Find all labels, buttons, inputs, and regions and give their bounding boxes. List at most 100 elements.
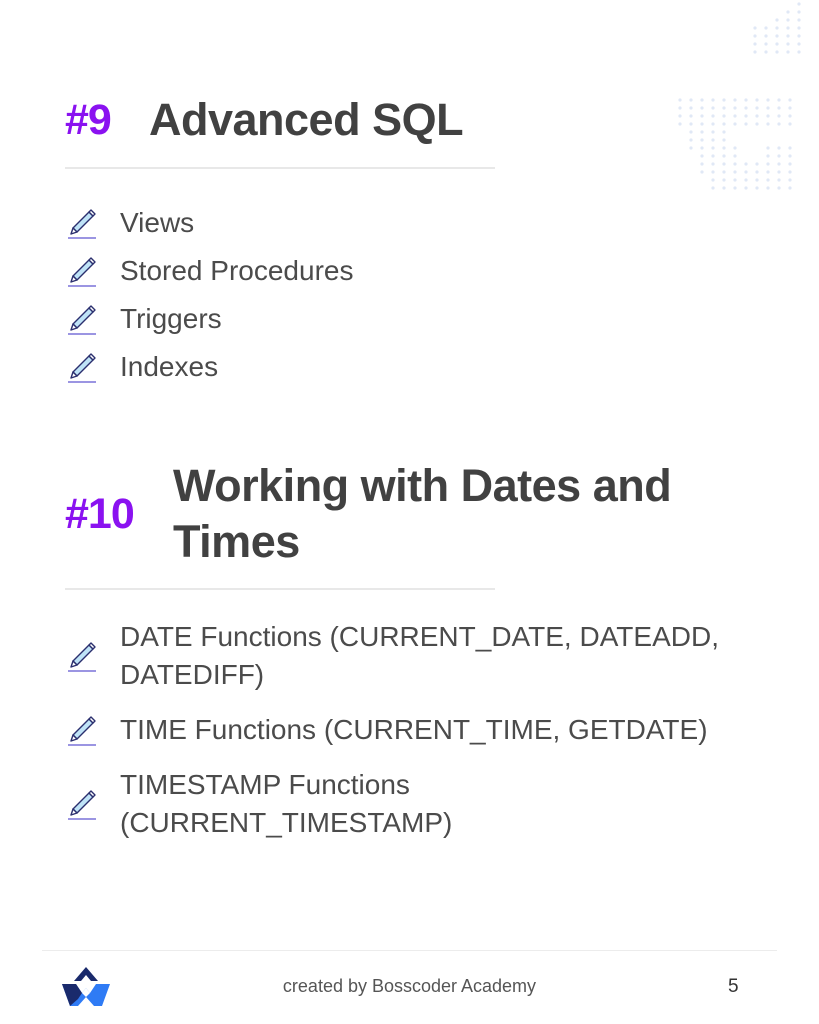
watermark-dot [678, 106, 682, 110]
watermark-dot [766, 98, 770, 102]
watermark-dot [711, 178, 715, 182]
watermark-dot [788, 122, 792, 126]
watermark-dot [775, 18, 779, 22]
watermark-dot [755, 114, 759, 118]
section-divider [65, 167, 495, 169]
item-label: Triggers [120, 303, 222, 334]
watermark-dot [733, 178, 737, 182]
watermark-dot [689, 98, 693, 102]
watermark-dot [700, 130, 704, 134]
watermark-dot [766, 162, 770, 166]
watermark-dot [744, 122, 748, 126]
watermark-dot [700, 162, 704, 166]
watermark-dot [786, 10, 790, 14]
section-divider [65, 588, 495, 590]
section-number: #10 [65, 489, 135, 538]
watermark-dot [711, 186, 715, 190]
footer-divider [42, 950, 777, 951]
pencil-icon [67, 642, 97, 672]
watermark-dot [753, 34, 757, 38]
watermark-dot [764, 26, 768, 30]
pencil-icon [67, 257, 97, 287]
pencil-icon [67, 790, 97, 820]
footer-credit: created by Bosscoder Academy [282, 976, 537, 996]
list-item: DATE Functions (CURRENT_DATE, DATEADD, D… [65, 618, 779, 694]
watermark-dot [689, 114, 693, 118]
watermark-dot [722, 186, 726, 190]
watermark-dot [788, 170, 792, 174]
watermark-dot [786, 34, 790, 38]
section-title: Advanced SQL [149, 94, 464, 145]
watermark-dot [777, 186, 781, 190]
watermark-dot [711, 114, 715, 118]
watermark-dot [722, 146, 726, 150]
watermark-dot [722, 98, 726, 102]
watermark-dot [775, 34, 779, 38]
watermark-dot [733, 162, 737, 166]
watermark-dot [722, 170, 726, 174]
watermark-dot [755, 186, 759, 190]
watermark-dot [711, 130, 715, 134]
watermark-dot [753, 26, 757, 30]
watermark-dot [788, 98, 792, 102]
item-label: Stored Procedures [120, 255, 354, 286]
watermark-dot [753, 50, 757, 54]
watermark-dot [744, 114, 748, 118]
watermark-dot [711, 154, 715, 158]
watermark-dot [733, 98, 737, 102]
watermark-dot [766, 154, 770, 158]
watermark-dot [764, 50, 768, 54]
watermark-dot [733, 170, 737, 174]
watermark-dot [766, 146, 770, 150]
watermark-dot [722, 178, 726, 182]
watermark-dot [788, 178, 792, 182]
watermark-dot [711, 170, 715, 174]
watermark-dot [777, 114, 781, 118]
pencil-icon [67, 209, 97, 239]
watermark-dot [744, 178, 748, 182]
watermark-dot [700, 138, 704, 142]
watermark-dot [678, 122, 682, 126]
watermark-dot [700, 154, 704, 158]
watermark-dot [689, 146, 693, 150]
watermark-dot [788, 186, 792, 190]
watermark-dot [766, 178, 770, 182]
watermark-dot [777, 162, 781, 166]
watermark-dot [755, 178, 759, 182]
watermark-dot [788, 106, 792, 110]
section-number: #9 [65, 95, 112, 144]
watermark-dot [711, 138, 715, 142]
watermark-dot [711, 162, 715, 166]
item-label: Views [120, 207, 195, 238]
watermark-dot [777, 170, 781, 174]
watermark-dot [797, 42, 801, 46]
watermark-dot [775, 26, 779, 30]
watermark-dot [797, 26, 801, 30]
watermark-dot [775, 42, 779, 46]
watermark-dot [788, 162, 792, 166]
watermark-dot [711, 106, 715, 110]
watermark-dot [777, 122, 781, 126]
watermark-dot [700, 114, 704, 118]
watermark-dot [700, 98, 704, 102]
watermark-dot [775, 50, 779, 54]
watermark-dot [711, 146, 715, 150]
section-title: Working with Dates and Times [173, 460, 672, 567]
watermark-dot [755, 170, 759, 174]
watermark-dot [700, 106, 704, 110]
watermark-dot [797, 50, 801, 54]
item-label: TIME Functions (CURRENT_TIME, GETDATE) [120, 714, 708, 745]
watermark-dot [733, 154, 737, 158]
watermark-dot [797, 10, 801, 14]
watermark-dot [753, 42, 757, 46]
pencil-icon [67, 716, 97, 746]
watermark-dot [777, 106, 781, 110]
watermark-dot [766, 114, 770, 118]
watermark-dot [766, 186, 770, 190]
watermark-dot [722, 138, 726, 142]
watermark-dot [689, 106, 693, 110]
watermark-dot [797, 2, 801, 6]
pencil-icon [67, 353, 97, 383]
watermark-dot [744, 186, 748, 190]
page-number: 5 [728, 976, 739, 997]
